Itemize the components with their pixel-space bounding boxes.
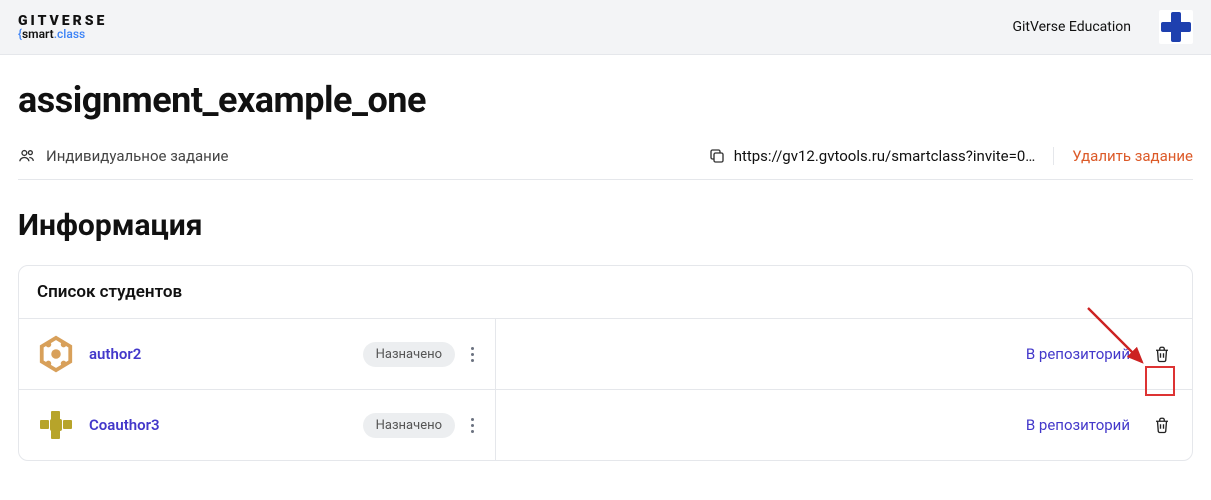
status-badge: Назначено — [363, 342, 455, 367]
students-card: Список студентов — [18, 265, 1193, 461]
logo-wordmark: GITVERSE — [18, 14, 107, 28]
users-icon — [18, 147, 36, 165]
trash-icon[interactable] — [1152, 413, 1172, 437]
meta-row: Индивидуальное задание https://gv12.gvto… — [18, 147, 1193, 180]
avatar — [37, 335, 75, 373]
divider — [1053, 147, 1054, 165]
section-title: Информация — [18, 208, 1193, 243]
logo[interactable]: GITVERSE {smart.class — [18, 14, 107, 40]
student-row: Coauthor3 Назначено В репозиторий — [19, 390, 1192, 460]
student-row: author2 Назначено В репозиторий — [19, 319, 1192, 390]
org-name[interactable]: GitVerse Education — [1012, 19, 1131, 35]
org-avatar[interactable] — [1159, 10, 1193, 44]
student-name[interactable]: Coauthor3 — [89, 416, 160, 434]
trash-icon[interactable] — [1152, 342, 1172, 366]
app-header: GITVERSE {smart.class GitVerse Education — [0, 0, 1211, 55]
row-menu-button[interactable] — [463, 412, 481, 438]
student-name[interactable]: author2 — [89, 345, 141, 363]
logo-subtitle: {smart.class — [18, 28, 107, 40]
assignment-type-label: Индивидуальное задание — [46, 147, 228, 165]
avatar — [37, 406, 75, 444]
repo-link[interactable]: В репозиторий — [1026, 416, 1130, 434]
repo-link[interactable]: В репозиторий — [1026, 345, 1130, 363]
invite-link-group: https://gv12.gvtools.ru/smartclass?invit… — [708, 147, 1036, 165]
row-menu-button[interactable] — [463, 341, 481, 367]
status-badge: Назначено — [363, 413, 455, 438]
delete-assignment-button[interactable]: Удалить задание — [1072, 147, 1193, 165]
invite-url[interactable]: https://gv12.gvtools.ru/smartclass?invit… — [734, 147, 1036, 165]
page-title: assignment_example_one — [18, 79, 1193, 121]
copy-icon[interactable] — [708, 147, 726, 165]
students-card-header: Список студентов — [19, 266, 1192, 319]
